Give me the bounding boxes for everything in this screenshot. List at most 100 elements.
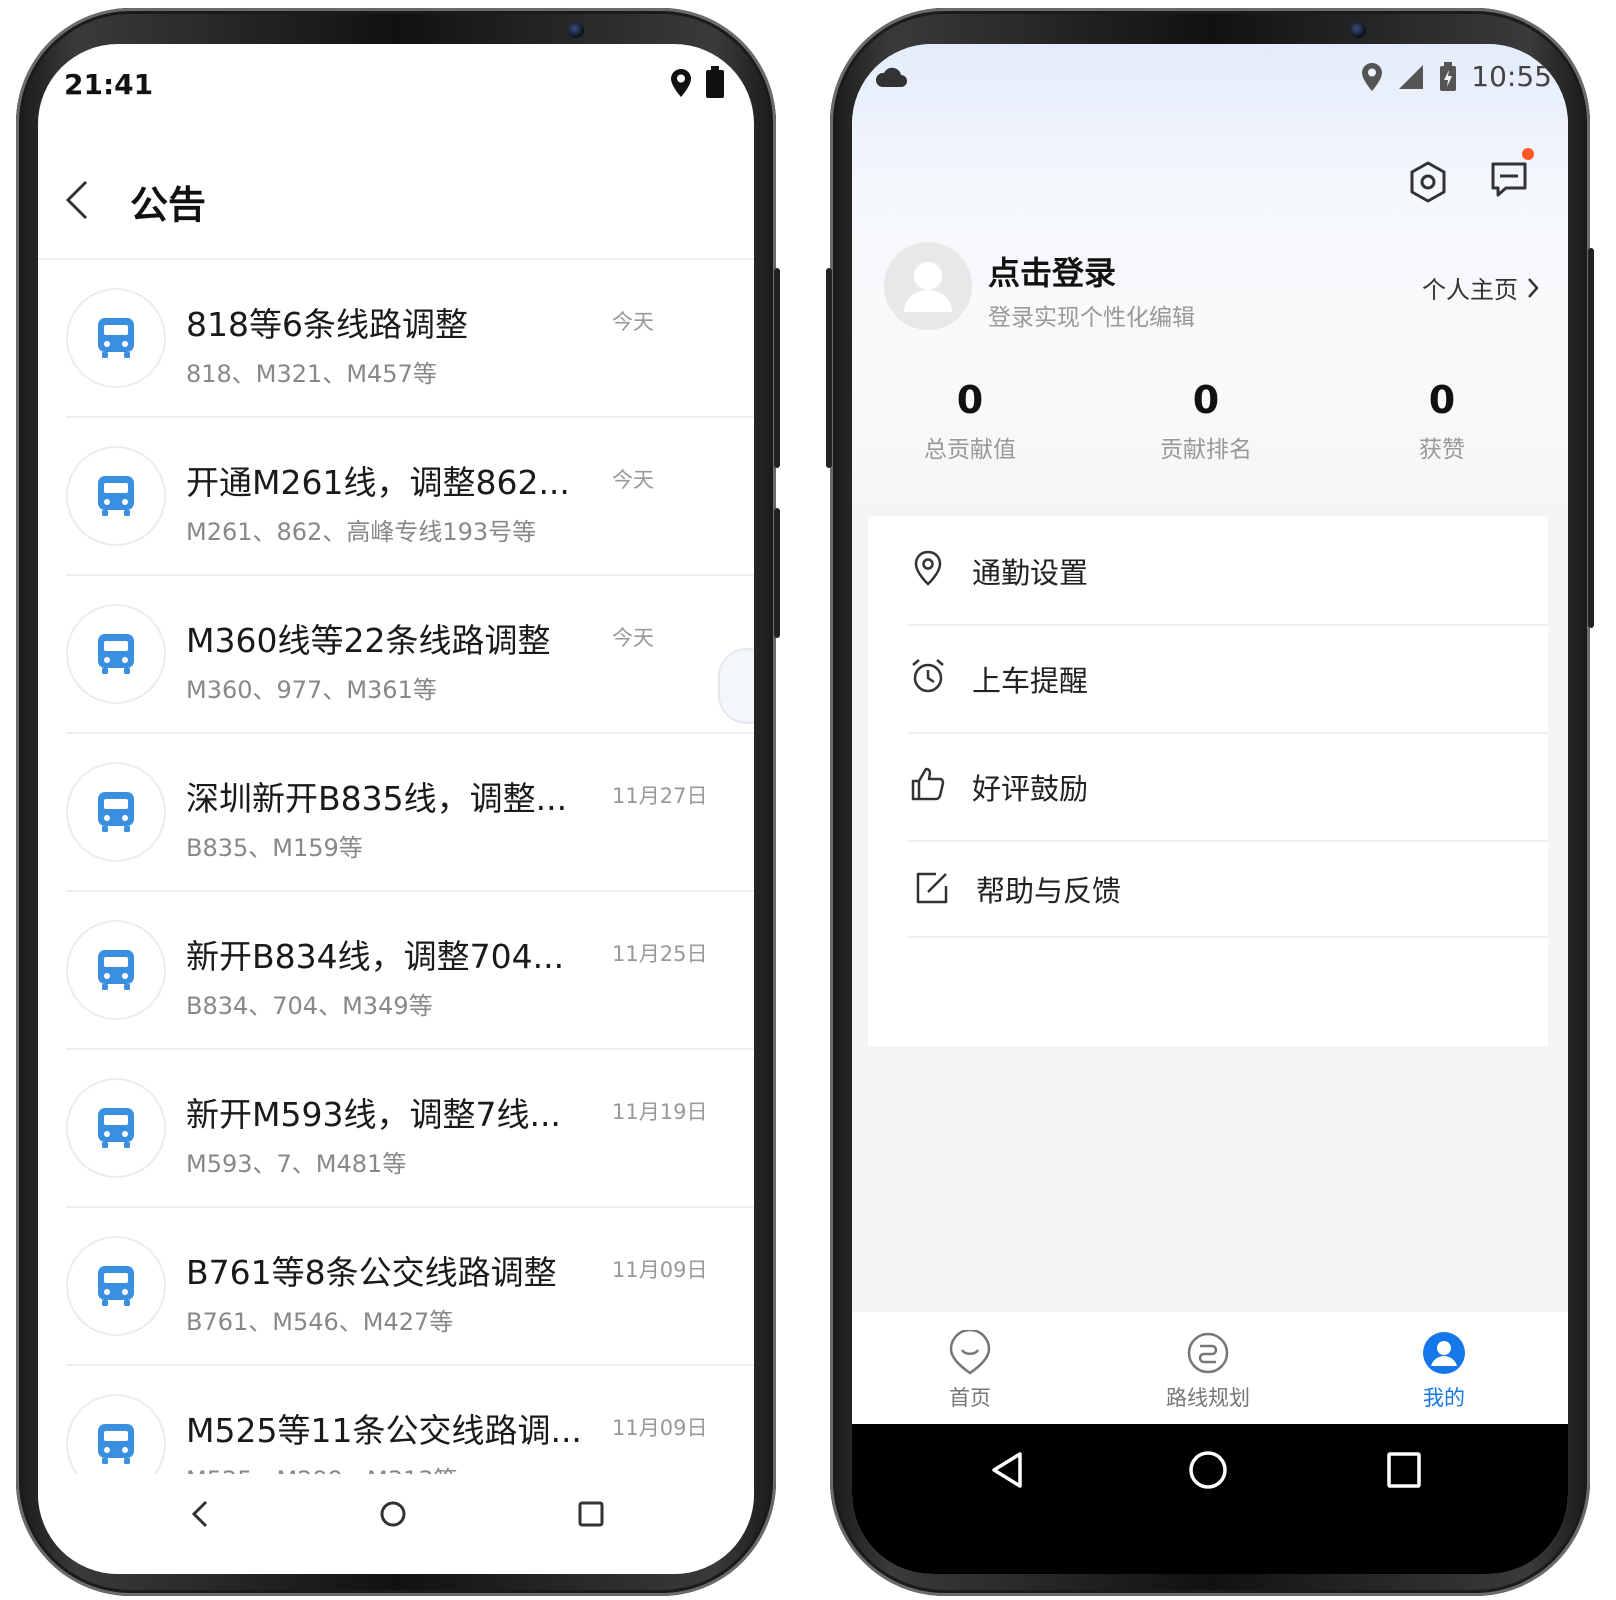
location-pin-icon <box>914 550 942 586</box>
stat-label: 贡献排名 <box>1160 437 1252 463</box>
settings-menu-card: 通勤设置 上车提醒 好评鼓励 帮助与反馈 <box>868 516 1548 1046</box>
bus-icon <box>66 604 166 704</box>
list-item[interactable]: 深圳新开B835线，调整... B835、M159等 11月27日 <box>66 734 754 892</box>
status-time: 21:41 <box>64 68 154 101</box>
nav-back-icon[interactable] <box>188 1498 212 1530</box>
nav-recents-icon[interactable] <box>1384 1448 1424 1492</box>
announcement-date: 11月27日 <box>612 784 708 808</box>
bus-icon <box>66 288 166 388</box>
thumbs-up-icon <box>911 767 945 801</box>
stat-contribution-rank: 0 贡献排名 <box>1106 378 1306 464</box>
bus-icon <box>66 1236 166 1336</box>
bus-icon <box>66 446 166 546</box>
list-item[interactable]: B761等8条公交线路调整 B761、M546、M427等 11月09日 <box>66 1208 754 1366</box>
announcement-title: 新开B834线，调整704... <box>186 937 565 976</box>
front-camera <box>568 22 584 38</box>
tab-label: 首页 <box>949 1386 991 1410</box>
status-bar: 10:55 <box>1361 60 1552 93</box>
location-status-icon <box>671 69 691 97</box>
system-nav-bar <box>38 1474 754 1574</box>
stat-label: 获赞 <box>1419 437 1465 463</box>
announcement-title: B761等8条公交线路调整 <box>186 1253 557 1292</box>
bus-icon <box>66 1078 166 1178</box>
menu-item-commute-settings[interactable]: 通勤设置 <box>908 516 1548 626</box>
announcement-title: 818等6条线路调整 <box>186 305 468 344</box>
list-item[interactable]: 新开B834线，调整704... B834、704、M349等 11月25日 <box>66 892 754 1050</box>
announcement-lines: B761、M546、M427等 <box>186 1308 454 1336</box>
list-item[interactable]: M360线等22条线路调整 M360、977、M361等 今天 <box>66 576 754 734</box>
announcement-lines: M261、862、高峰专线193号等 <box>186 518 537 546</box>
route-planning-icon <box>1187 1332 1229 1374</box>
announcement-title: M360线等22条线路调整 <box>186 621 551 660</box>
profile-icon <box>1423 1332 1465 1374</box>
announcement-date: 11月09日 <box>612 1258 708 1282</box>
edit-feedback-icon <box>916 872 948 904</box>
bus-icon <box>66 762 166 862</box>
page-header: 公告 <box>38 124 754 260</box>
bottom-tab-bar: 首页 路线规划 我的 <box>852 1312 1568 1424</box>
tab-mine[interactable]: 我的 <box>1374 1330 1514 1412</box>
stat-label: 总贡献值 <box>924 437 1016 463</box>
announcement-date: 11月09日 <box>612 1416 708 1440</box>
nav-recents-icon[interactable] <box>576 1498 606 1530</box>
page-title: 公告 <box>130 183 207 227</box>
announcement-date: 今天 <box>612 468 654 492</box>
front-camera <box>1350 22 1366 38</box>
tab-label: 路线规划 <box>1166 1386 1250 1410</box>
left-screen: 21:41 公告 818等6条线路调整 818、M321、M457等 今天 开通… <box>38 44 754 1574</box>
avatar[interactable] <box>884 242 972 330</box>
nav-back-icon[interactable] <box>988 1448 1028 1492</box>
back-chevron-icon[interactable] <box>60 178 94 222</box>
battery-icon <box>706 66 724 98</box>
announcement-date: 11月19日 <box>612 1100 708 1124</box>
volume-button <box>826 268 832 468</box>
menu-item-rate-us[interactable]: 好评鼓励 <box>908 732 1548 842</box>
settings-icon[interactable] <box>1406 160 1450 204</box>
menu-item-label: 上车提醒 <box>972 664 1089 698</box>
login-title[interactable]: 点击登录 <box>988 248 1116 294</box>
tab-label: 我的 <box>1423 1386 1465 1410</box>
stat-value: 0 <box>1428 378 1456 422</box>
announcement-list: 818等6条线路调整 818、M321、M457等 今天 开通M261线，调整8… <box>38 260 754 1524</box>
menu-item-boarding-reminder[interactable]: 上车提醒 <box>908 624 1548 734</box>
list-item[interactable]: 818等6条线路调整 818、M321、M457等 今天 <box>66 260 754 418</box>
menu-item-help-feedback[interactable]: 帮助与反馈 <box>908 840 1548 938</box>
side-button <box>1588 248 1594 628</box>
announcement-date: 今天 <box>612 310 654 334</box>
right-phone-frame: 10:55 点击登录 登录实现个性化编辑 个人主页 0 总贡献值 0 贡献排名 <box>826 8 1594 1596</box>
floating-side-tab[interactable] <box>718 648 754 724</box>
status-time: 10:55 <box>1471 60 1552 93</box>
power-button <box>774 508 780 638</box>
nav-home-icon[interactable] <box>1186 1448 1230 1492</box>
battery-charging-icon <box>1440 61 1457 91</box>
tab-home[interactable]: 首页 <box>900 1328 1040 1412</box>
announcement-lines: M360、977、M361等 <box>186 676 437 704</box>
message-icon[interactable] <box>1488 158 1530 200</box>
signal-icon <box>1399 64 1424 89</box>
announcement-title: M525等11条公交线路调... <box>186 1411 582 1450</box>
stat-value: 0 <box>1192 378 1220 422</box>
homepage-link[interactable]: 个人主页 <box>1422 270 1540 305</box>
stat-total-contribution: 0 总贡献值 <box>870 378 1070 464</box>
nav-home-icon[interactable] <box>378 1498 408 1530</box>
location-status-icon <box>1362 62 1383 91</box>
alarm-clock-icon <box>912 659 944 693</box>
announcement-lines: B835、M159等 <box>186 834 363 862</box>
menu-item-label: 通勤设置 <box>972 556 1089 590</box>
tab-route-planning[interactable]: 路线规划 <box>1138 1330 1278 1412</box>
announcement-lines: M593、7、M481等 <box>186 1150 407 1178</box>
menu-item-label: 帮助与反馈 <box>976 874 1122 908</box>
volume-button <box>774 268 780 468</box>
list-item[interactable]: 开通M261线，调整862... M261、862、高峰专线193号等 今天 <box>66 418 754 576</box>
system-nav-bar <box>852 1424 1568 1574</box>
cloud-icon <box>875 67 907 87</box>
announcement-title: 开通M261线，调整862... <box>186 463 570 502</box>
homepage-link-label: 个人主页 <box>1422 276 1518 304</box>
home-smile-icon <box>949 1328 991 1375</box>
menu-item-label: 好评鼓励 <box>972 772 1089 806</box>
left-phone-frame: 21:41 公告 818等6条线路调整 818、M321、M457等 今天 开通… <box>16 8 780 1596</box>
list-item[interactable]: 新开M593线，调整7线... M593、7、M481等 11月19日 <box>66 1050 754 1208</box>
bus-icon <box>66 920 166 1020</box>
announcement-date: 11月25日 <box>612 942 708 966</box>
announcement-title: 新开M593线，调整7线... <box>186 1095 561 1134</box>
